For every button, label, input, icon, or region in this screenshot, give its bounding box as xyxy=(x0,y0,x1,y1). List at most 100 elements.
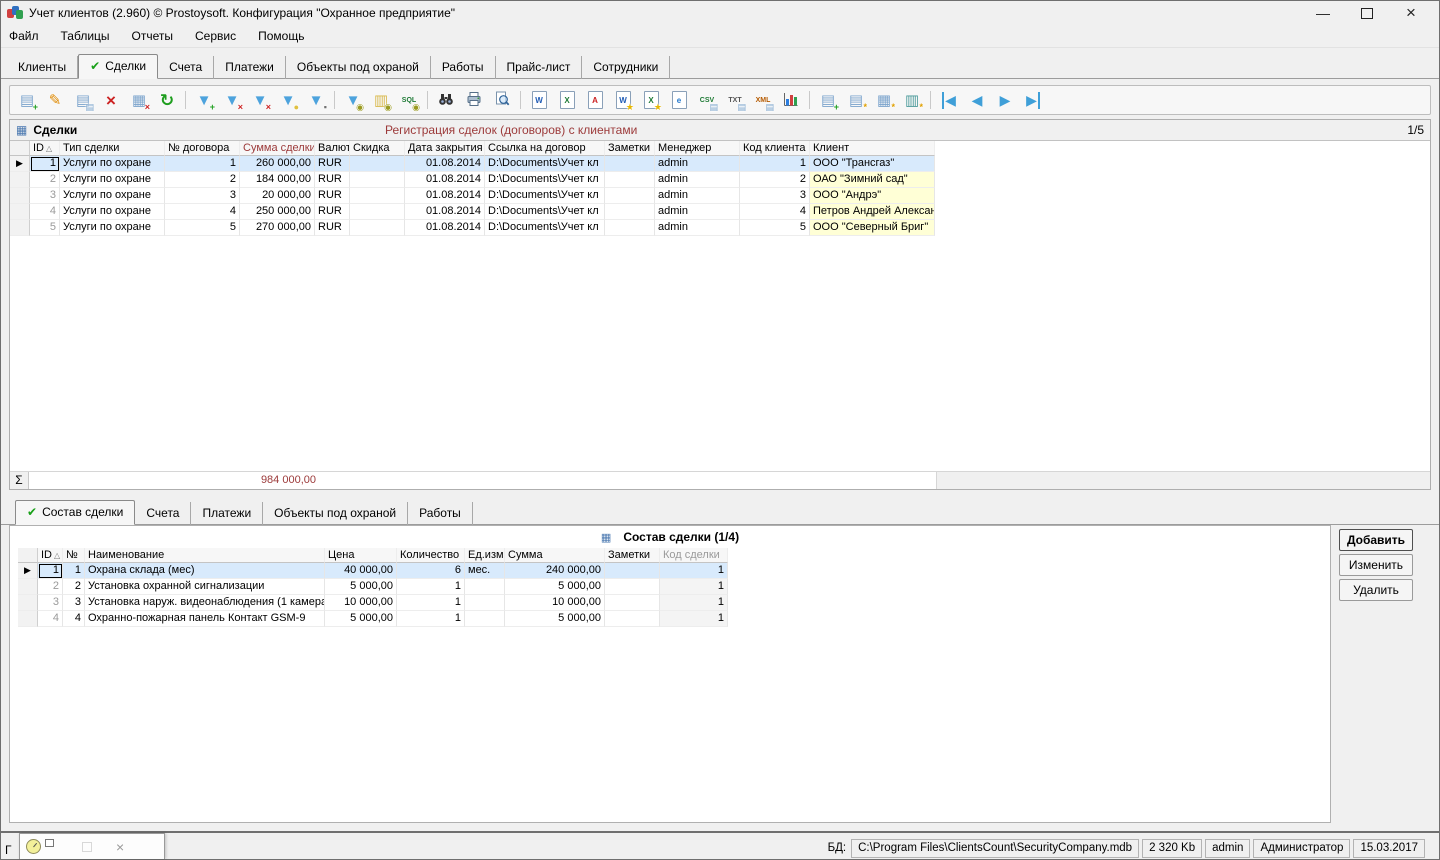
popup-close-icon[interactable]: × xyxy=(116,840,124,854)
tab-Счета[interactable]: Счета xyxy=(158,56,214,79)
subtab-Счета[interactable]: Счета xyxy=(135,502,191,525)
cell-discount[interactable] xyxy=(350,156,405,172)
cell-contract_no[interactable]: 4 xyxy=(165,204,240,220)
column-header-currency[interactable]: Валюта xyxy=(315,141,350,156)
cell-close_date[interactable]: 01.08.2014 xyxy=(405,220,485,236)
cell-id[interactable]: 2 xyxy=(30,172,60,188)
cell-no[interactable]: 1 xyxy=(63,563,85,579)
export-txt-button[interactable]: TXT▤ xyxy=(722,87,748,113)
cell-client[interactable]: Петров Андрей Алексан xyxy=(810,204,935,220)
cell-name[interactable]: Установка охранной сигнализации xyxy=(85,579,325,595)
table-row[interactable]: 5Услуги по охране5270 000,00RUR01.08.201… xyxy=(10,220,1430,236)
merge-excel-button[interactable]: X★ xyxy=(638,87,664,113)
cell-deal_code[interactable]: 1 xyxy=(660,611,728,627)
delete-record-button[interactable]: × xyxy=(98,87,124,113)
menu-item-Сервис[interactable]: Сервис xyxy=(195,29,236,43)
popup-restore-icon[interactable] xyxy=(45,839,54,847)
cell-type[interactable]: Услуги по охране xyxy=(60,156,165,172)
cell-no[interactable]: 3 xyxy=(63,595,85,611)
table-row[interactable]: 33Установка наруж. видеонаблюдения (1 ка… xyxy=(18,595,1330,611)
menu-item-Помощь[interactable]: Помощь xyxy=(258,29,304,43)
cell-notes[interactable] xyxy=(605,611,660,627)
cell-manager[interactable]: admin xyxy=(655,204,740,220)
cell-client_code[interactable]: 4 xyxy=(740,204,810,220)
clear-table-button[interactable]: ▦× xyxy=(126,87,152,113)
tab-Прайс-лист[interactable]: Прайс-лист xyxy=(496,56,583,79)
subgrid-settings-button[interactable]: ▥* xyxy=(899,87,925,113)
subtab-Работы[interactable]: Работы xyxy=(408,502,473,525)
export-csv-button[interactable]: CSV▤ xyxy=(694,87,720,113)
cell-name[interactable]: Охрана склада (мес) xyxy=(85,563,325,579)
cell-notes[interactable] xyxy=(605,579,660,595)
filtered-view-button[interactable]: ▼◉ xyxy=(340,87,366,113)
cell-client[interactable]: ООО "Андрэ" xyxy=(810,188,935,204)
export-xml-button[interactable]: XML▤ xyxy=(750,87,776,113)
filter-remove-button[interactable]: ▼× xyxy=(219,87,245,113)
column-header-discount[interactable]: Скидка xyxy=(350,141,405,156)
export-html-button[interactable]: e xyxy=(666,87,692,113)
cell-notes[interactable] xyxy=(605,595,660,611)
table-row[interactable]: ▶1Услуги по охране1260 000,00RUR01.08.20… xyxy=(10,156,1430,172)
cell-notes[interactable] xyxy=(605,563,660,579)
cell-close_date[interactable]: 01.08.2014 xyxy=(405,156,485,172)
restore-button[interactable] xyxy=(1345,2,1389,24)
table-row[interactable]: 3Услуги по охране320 000,00RUR01.08.2014… xyxy=(10,188,1430,204)
cell-qty[interactable]: 1 xyxy=(397,595,465,611)
cell-currency[interactable]: RUR xyxy=(315,220,350,236)
cell-deal_code[interactable]: 1 xyxy=(660,563,728,579)
cell-discount[interactable] xyxy=(350,220,405,236)
cell-name[interactable]: Охранно-пожарная панель Контакт GSM-9 xyxy=(85,611,325,627)
cell-id[interactable]: 3 xyxy=(38,595,63,611)
cell-notes[interactable] xyxy=(605,220,655,236)
cell-notes[interactable] xyxy=(605,188,655,204)
cell-link[interactable]: D:\Documents\Учет кл xyxy=(485,188,605,204)
filter-add-button[interactable]: ▼+ xyxy=(191,87,217,113)
cell-link[interactable]: D:\Documents\Учет кл xyxy=(485,156,605,172)
cell-amount[interactable]: 184 000,00 xyxy=(240,172,315,188)
column-header-amount[interactable]: Сумма сделки xyxy=(240,141,315,156)
cell-client[interactable]: ООО "Северный Бриг" xyxy=(810,220,935,236)
close-button[interactable]: × xyxy=(1389,2,1433,24)
cell-sum[interactable]: 5 000,00 xyxy=(505,579,605,595)
export-excel-button[interactable]: X xyxy=(554,87,580,113)
copy-record-button[interactable]: ▤▤ xyxy=(70,87,96,113)
cell-currency[interactable]: RUR xyxy=(315,156,350,172)
preview-button[interactable] xyxy=(489,87,515,113)
column-header-notes[interactable]: Заметки xyxy=(605,141,655,156)
cell-id[interactable]: 5 xyxy=(30,220,60,236)
table-row[interactable]: ▶11Охрана склада (мес)40 000,006мес.240 … xyxy=(18,563,1330,579)
cell-notes[interactable] xyxy=(605,156,655,172)
cell-sum[interactable]: 5 000,00 xyxy=(505,611,605,627)
cell-contract_no[interactable]: 1 xyxy=(165,156,240,172)
cell-unit[interactable] xyxy=(465,579,505,595)
cell-client[interactable]: ОАО "Зимний сад" xyxy=(810,172,935,188)
cell-close_date[interactable]: 01.08.2014 xyxy=(405,188,485,204)
cell-client_code[interactable]: 1 xyxy=(740,156,810,172)
add-subrecord-button[interactable]: ▤+ xyxy=(815,87,841,113)
cell-manager[interactable]: admin xyxy=(655,188,740,204)
cell-notes[interactable] xyxy=(605,204,655,220)
merge-word-button[interactable]: W★ xyxy=(610,87,636,113)
tree-view-button[interactable]: ▥◉ xyxy=(368,87,394,113)
tab-Сотрудники[interactable]: Сотрудники xyxy=(582,56,670,79)
cell-amount[interactable]: 260 000,00 xyxy=(240,156,315,172)
refresh-button[interactable]: ↻ xyxy=(154,87,180,113)
cell-amount[interactable]: 20 000,00 xyxy=(240,188,315,204)
export-word-button[interactable]: W xyxy=(526,87,552,113)
add-record-button[interactable]: ▤+ xyxy=(14,87,40,113)
cell-name[interactable]: Установка наруж. видеонаблюдения (1 каме… xyxy=(85,595,325,611)
column-header-notes[interactable]: Заметки xyxy=(605,548,660,563)
cell-amount[interactable]: 270 000,00 xyxy=(240,220,315,236)
cell-link[interactable]: D:\Documents\Учет кл xyxy=(485,220,605,236)
minimize-button[interactable]: — xyxy=(1301,2,1345,24)
cell-contract_no[interactable]: 5 xyxy=(165,220,240,236)
tab-Работы[interactable]: Работы xyxy=(431,56,496,79)
cell-price[interactable]: 10 000,00 xyxy=(325,595,397,611)
column-header-link[interactable]: Ссылка на договор xyxy=(485,141,605,156)
column-header-contract_no[interactable]: № договора xyxy=(165,141,240,156)
tab-Платежи[interactable]: Платежи xyxy=(214,56,286,79)
cell-type[interactable]: Услуги по охране xyxy=(60,220,165,236)
cell-price[interactable]: 5 000,00 xyxy=(325,579,397,595)
cell-contract_no[interactable]: 2 xyxy=(165,172,240,188)
table-row[interactable]: 44Охранно-пожарная панель Контакт GSM-95… xyxy=(18,611,1330,627)
